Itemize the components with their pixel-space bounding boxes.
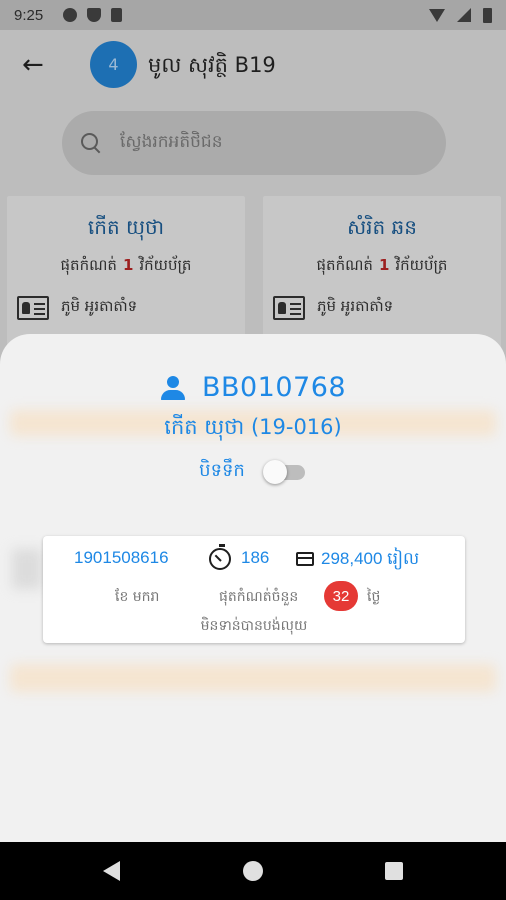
days-count: 186 xyxy=(241,548,270,567)
overdue-label: ផុតកំណត់ចំនួន xyxy=(219,589,299,605)
invoice-card[interactable]: 1901508616 186 298,400 រៀល ខែ មករា ផុតកំ… xyxy=(43,536,465,643)
faint-shadow xyxy=(12,549,42,589)
bottom-sheet: BB010768 កើត យុថា (19-016) បិទទឹក 190150… xyxy=(0,334,506,842)
gear-icon xyxy=(63,8,78,22)
app-bar: ← 4 មូល សុវត្ថិ B19 xyxy=(0,30,506,102)
customer-card-overdue: ផុតកំណត់ 1 វិក័យប័ត្រ xyxy=(263,256,501,278)
amount: 298,400 រៀល xyxy=(321,549,420,568)
account-id: BB010768 xyxy=(201,372,347,403)
person-icon xyxy=(160,375,186,401)
sd-card-icon xyxy=(111,8,123,22)
phone-number: 1901508616 xyxy=(74,548,169,567)
customer-card-location: ភូមិ អូរតាតាំទ xyxy=(17,296,137,320)
search-icon xyxy=(80,132,102,154)
customer-card-overdue: ផុតកំណត់ 1 វិក័យប័ត្រ xyxy=(7,256,245,278)
status-time: 9:25 xyxy=(14,6,44,24)
water-cutoff-row: បិទទឹក xyxy=(0,458,506,485)
recents-icon[interactable] xyxy=(385,862,403,880)
payment-status: មិនទាន់បានបង់លុយ xyxy=(200,618,308,634)
overdue-suffix: វិក័យប័ត្រ xyxy=(139,256,192,274)
avatar-text: 4 xyxy=(108,55,119,74)
overdue-count: 1 xyxy=(122,256,134,274)
invoice-detail-row: ខែ មករា ផុតកំណត់ចំនួន 32 ថ្ងៃ xyxy=(43,581,465,611)
account-header: BB010768 xyxy=(0,372,506,403)
customer-card-name: សំរិត ឆន xyxy=(347,215,417,239)
location-text: ភូមិ អូរតាតាំទ xyxy=(61,297,138,315)
id-card-icon xyxy=(273,296,305,320)
credit-card-icon xyxy=(296,552,314,566)
toggle-thumb[interactable] xyxy=(262,459,287,484)
toggle-label: បិទទឹក xyxy=(199,460,245,481)
home-icon[interactable] xyxy=(243,861,263,881)
id-card-icon xyxy=(17,296,49,320)
avatar: 4 xyxy=(90,41,137,88)
wifi-icon xyxy=(429,8,445,22)
customer-card[interactable]: សំរិត ឆន ផុតកំណត់ 1 វិក័យប័ត្រ ភូមិ អូរតាត… xyxy=(263,196,501,356)
search-input[interactable]: ស្វែងរកអតិថិជន xyxy=(62,111,446,175)
status-icons-right xyxy=(429,7,492,23)
customer-name: កើត យុថា (19-016) xyxy=(164,415,342,439)
signal-icon xyxy=(457,8,471,22)
customer-card-name: កើត យុថា xyxy=(87,215,165,239)
back-arrow-icon[interactable]: ← xyxy=(22,52,48,78)
timer-icon xyxy=(209,544,231,570)
shield-icon xyxy=(87,8,102,22)
overdue-prefix: ផុតកំណត់ xyxy=(60,256,117,274)
location-text: ភូមិ អូរតាតាំទ xyxy=(317,297,394,315)
faint-highlight xyxy=(10,664,496,692)
overdue-count: 1 xyxy=(378,256,390,274)
status-icons-left xyxy=(63,8,123,22)
overdue-days-badge: 32 xyxy=(324,581,358,611)
customer-card[interactable]: កើត យុថា ផុតកំណត់ 1 វិក័យប័ត្រ ភូមិ អូរតាត… xyxy=(7,196,245,356)
page-title: មូល សុវត្ថិ B19 xyxy=(148,53,276,77)
customer-card-location: ភូមិ អូរតាតាំទ xyxy=(273,296,393,320)
overdue-suffix: វិក័យប័ត្រ xyxy=(395,256,448,274)
navigation-bar xyxy=(0,842,506,900)
battery-icon xyxy=(483,7,492,23)
invoice-month: ខែ មករា xyxy=(115,589,160,605)
status-bar: 9:25 xyxy=(0,0,506,30)
day-unit: ថ្ងៃ xyxy=(367,589,381,605)
back-icon[interactable] xyxy=(103,861,120,881)
overdue-prefix: ផុតកំណត់ xyxy=(316,256,373,274)
search-placeholder: ស្វែងរកអតិថិជន xyxy=(120,131,223,152)
water-cutoff-toggle[interactable] xyxy=(262,459,307,485)
